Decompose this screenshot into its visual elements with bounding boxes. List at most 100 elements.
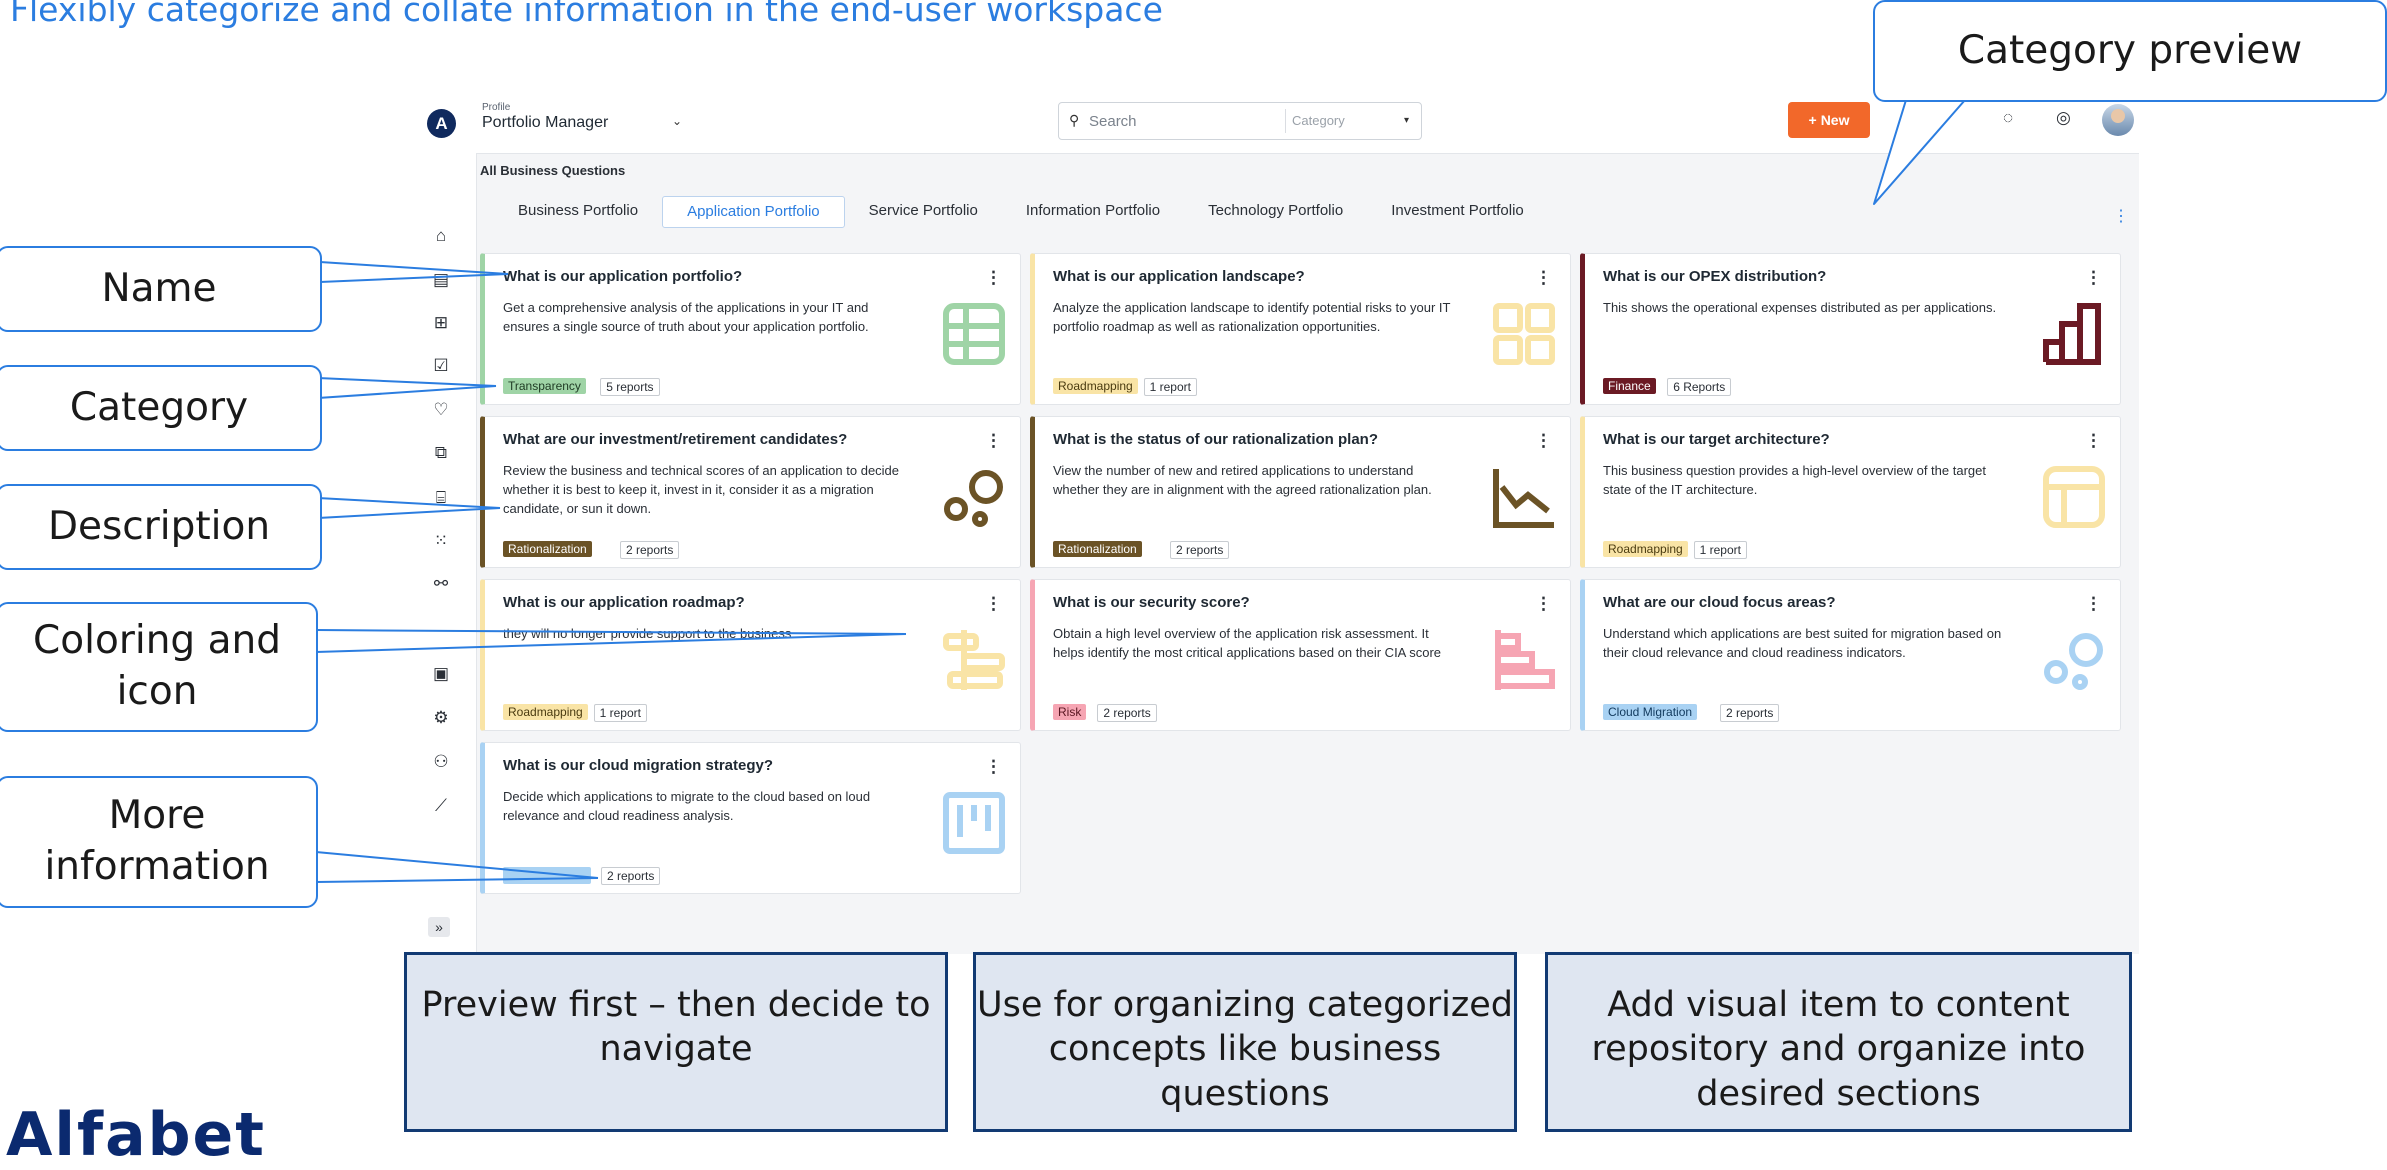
more-options-icon[interactable]: ⋮	[2085, 431, 2102, 451]
category-badge: Rationalization	[503, 541, 592, 557]
grid-icon	[1492, 302, 1556, 366]
report-count[interactable]: 2 reports	[601, 867, 661, 885]
tab-application-portfolio[interactable]: Application Portfolio	[662, 196, 845, 228]
building-icon[interactable]: ⌸	[429, 486, 453, 510]
card-title[interactable]: What is the status of our rationalizatio…	[1053, 431, 1378, 448]
report-count[interactable]: 1 report	[1693, 541, 1747, 559]
line-chart-icon	[1492, 465, 1556, 529]
heart-icon[interactable]: ♡	[429, 398, 453, 422]
card-title[interactable]: What are our investment/retirement candi…	[503, 431, 847, 448]
callout-description: Description	[0, 484, 322, 570]
report-count[interactable]: 1 report	[593, 704, 647, 722]
category-badge: Rationalization	[1053, 541, 1142, 557]
category-dropdown[interactable]: Category ▾	[1285, 109, 1417, 133]
settings-icon[interactable]: ◎	[2056, 108, 2071, 128]
home-icon[interactable]: ⌂	[429, 224, 453, 248]
report-count[interactable]: 2 reports	[620, 541, 680, 559]
chevron-down-icon[interactable]: ⌄	[672, 114, 682, 128]
card-title[interactable]: What is our OPEX distribution?	[1603, 268, 1826, 285]
breadcrumb[interactable]: All Business Questions	[480, 163, 625, 178]
tab-investment-portfolio[interactable]: Investment Portfolio	[1367, 196, 1548, 226]
business-question-card[interactable]: What are our investment/retirement candi…	[480, 416, 1021, 568]
business-question-card[interactable]: What is our security score? ⋮ Obtain a hig…	[1030, 579, 1571, 731]
caret-down-icon: ▾	[1403, 115, 1409, 126]
card-title[interactable]: What is our application portfolio?	[503, 268, 742, 285]
tab-technology-portfolio[interactable]: Technology Portfolio	[1184, 196, 1367, 226]
business-question-card[interactable]: What is the status of our rationalizatio…	[1030, 416, 1571, 568]
card-description: Get a comprehensive analysis of the appl…	[503, 300, 869, 334]
more-options-icon[interactable]: ⋮	[2113, 206, 2129, 226]
category-badge: Finance	[1603, 378, 1656, 394]
business-question-card[interactable]: What is our application portfolio? ⋮ Get a…	[480, 253, 1021, 405]
more-options-icon[interactable]: ⋮	[1535, 268, 1552, 288]
grid-icon[interactable]: ⁙	[429, 529, 453, 553]
profile-label: Profile	[482, 102, 511, 113]
card-title[interactable]: What is our cloud migration strategy?	[503, 757, 773, 774]
report-count[interactable]: 5 reports	[600, 378, 660, 396]
more-options-icon[interactable]: ⋮	[2085, 594, 2102, 614]
new-button[interactable]: + New	[1788, 102, 1870, 138]
more-options-icon[interactable]: ⋮	[1535, 431, 1552, 451]
category-badge: Roadmapping	[1603, 541, 1688, 557]
chart-icon[interactable]: ⟋	[429, 794, 453, 818]
dashboard-icon[interactable]: ⧉	[429, 441, 453, 465]
brand-logo: Alfabet	[6, 1100, 266, 1170]
more-options-icon[interactable]: ⋮	[985, 757, 1002, 777]
kanban-icon	[942, 791, 1006, 855]
horizontal-bar-icon	[1492, 628, 1556, 692]
card-title[interactable]: What is our target architecture?	[1603, 431, 1830, 448]
tab-business-portfolio[interactable]: Business Portfolio	[494, 196, 662, 226]
profile-selector[interactable]: Portfolio Manager	[482, 114, 608, 132]
card-description: Analyze the application landscape to ide…	[1053, 300, 1451, 334]
search-icon: ⚲	[1069, 112, 1080, 128]
report-count[interactable]: 1 report	[1143, 378, 1197, 396]
search-box: ⚲ Category ▾	[1058, 102, 1422, 140]
report-count[interactable]: 2 reports	[1720, 704, 1780, 722]
category-dropdown-label: Category	[1292, 113, 1345, 128]
report-count[interactable]: 2 reports	[1170, 541, 1230, 559]
plus-icon: +	[1808, 112, 1817, 128]
card-description: View the number of new and retired appli…	[1053, 463, 1432, 497]
card-title[interactable]: What is our application landscape?	[1053, 268, 1305, 285]
document-icon[interactable]: ▤	[429, 268, 453, 292]
more-options-icon[interactable]: ⋮	[2085, 268, 2102, 288]
more-options-icon[interactable]: ⋮	[1535, 594, 1552, 614]
category-badge: Cloud Migration	[1603, 704, 1698, 720]
category-badge	[503, 867, 591, 884]
card-description: they will no longer provide support to t…	[503, 626, 795, 641]
people-icon[interactable]: ⚇	[429, 750, 453, 774]
callout-category: Category	[0, 365, 322, 451]
new-button-label: New	[1820, 112, 1850, 128]
business-question-card[interactable]: What is our target architecture? ⋮ This bu…	[1580, 416, 2121, 568]
business-question-card[interactable]: What is our OPEX distribution? ⋮ This show…	[1580, 253, 2121, 405]
card-title[interactable]: What is our application roadmap?	[503, 594, 745, 611]
tab-information-portfolio[interactable]: Information Portfolio	[1002, 196, 1184, 226]
help-icon[interactable]: ◌	[2003, 108, 2013, 128]
business-question-card[interactable]: What is our application roadmap? ⋮ they wi…	[480, 579, 1021, 731]
more-options-icon[interactable]: ⋮	[985, 594, 1002, 614]
card-description: This business question provides a high-l…	[1603, 463, 1986, 497]
business-question-card[interactable]: What are our cloud focus areas? ⋮ Understa…	[1580, 579, 2121, 731]
card-description: This shows the operational expenses dist…	[1603, 300, 1997, 315]
diagram-icon[interactable]: ⊞	[429, 311, 453, 335]
app-logo[interactable]: A	[427, 109, 456, 138]
more-options-icon[interactable]: ⋮	[985, 431, 1002, 451]
checklist-icon[interactable]: ☑	[429, 354, 453, 378]
callout-category-preview: Category preview	[1873, 0, 2387, 102]
category-badge: Transparency	[503, 378, 586, 394]
business-question-card[interactable]: What is our application landscape? ⋮ Analy…	[1030, 253, 1571, 405]
handshake-icon[interactable]: ⚯	[429, 572, 453, 596]
card-title[interactable]: What is our security score?	[1053, 594, 1250, 611]
terminal-icon[interactable]: ▣	[429, 662, 453, 686]
network-icon[interactable]: ⚙	[429, 706, 453, 730]
report-count[interactable]: 2 reports	[1097, 704, 1157, 722]
tab-service-portfolio[interactable]: Service Portfolio	[845, 196, 1002, 226]
search-input[interactable]	[1087, 109, 1291, 133]
business-question-card[interactable]: What is our cloud migration strategy? ⋮ De…	[480, 742, 1021, 894]
app-window: A ⌂ ▤ ⊞ ☑ ♡ ⧉ ⌸ ⁙ ⚯ ▣ ⚙ ⚇ ⟋ » Profile Portfolio Mana…	[406, 88, 2139, 954]
report-count[interactable]: 6 Reports	[1667, 378, 1732, 396]
card-title[interactable]: What are our cloud focus areas?	[1603, 594, 1836, 611]
more-options-icon[interactable]: ⋮	[985, 268, 1002, 288]
avatar[interactable]	[2102, 104, 2134, 136]
sidebar-expand-button[interactable]: »	[428, 917, 450, 937]
